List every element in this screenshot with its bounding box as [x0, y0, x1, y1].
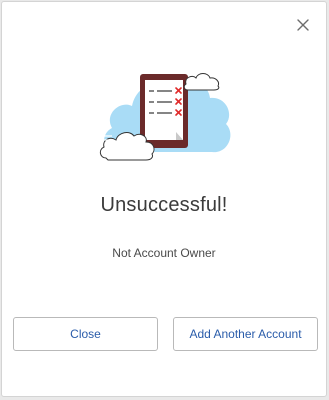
result-dialog: Unsuccessful! Not Account Owner Close Ad… [1, 1, 327, 397]
close-icon[interactable] [294, 16, 312, 34]
small-cloud-right [183, 73, 220, 91]
checklist-failed-icon [99, 73, 231, 161]
dialog-message: Not Account Owner [112, 246, 216, 260]
close-button[interactable]: Close [13, 317, 158, 351]
dialog-title: Unsuccessful! [100, 194, 228, 216]
add-another-account-button[interactable]: Add Another Account [173, 317, 318, 351]
